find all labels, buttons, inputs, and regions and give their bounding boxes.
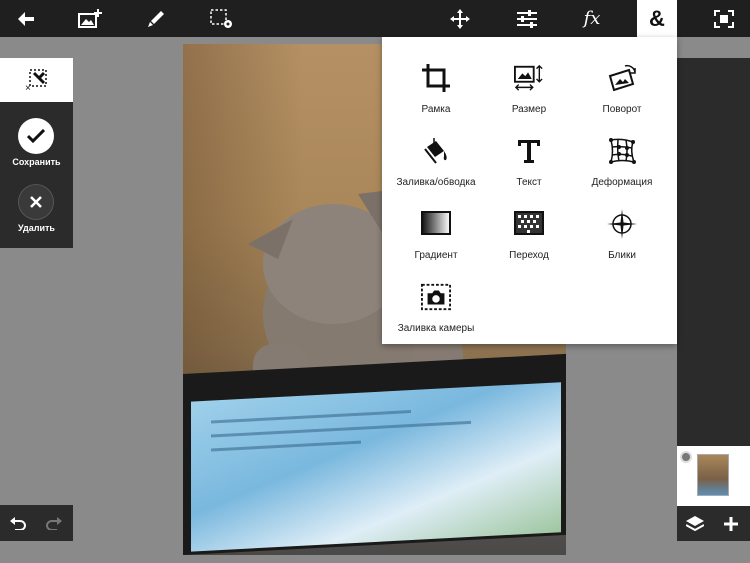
menu-item-warp[interactable]: Деформация <box>573 120 671 190</box>
right-panel <box>677 58 750 446</box>
back-arrow-icon[interactable] <box>4 0 48 37</box>
fx-label: fx <box>583 8 601 29</box>
left-panel: × Сохранить Удалить <box>0 58 73 248</box>
menu-item-label: Размер <box>511 104 547 115</box>
overlay-tools-menu: Рамка Размер Поворот Заливка/обводка Тек… <box>382 37 677 344</box>
fullscreen-icon[interactable] <box>702 0 746 37</box>
gradient-icon <box>421 209 451 239</box>
camera-fill-icon <box>421 282 451 312</box>
text-icon <box>514 136 544 166</box>
svg-text:×: × <box>25 83 31 92</box>
ampersand-label: & <box>649 5 665 31</box>
sliders-icon[interactable] <box>505 0 549 37</box>
layer-visibility-icon[interactable] <box>680 451 692 463</box>
delete-button[interactable] <box>18 184 54 220</box>
undo-redo-bar <box>0 505 73 541</box>
layer-thumbnail[interactable] <box>697 454 729 496</box>
selection-gear-icon[interactable] <box>200 0 244 37</box>
menu-item-gradient[interactable]: Градиент <box>387 193 485 263</box>
current-tool-button[interactable]: × <box>0 58 73 102</box>
menu-item-label: Градиент <box>414 250 458 261</box>
transition-icon <box>514 209 544 239</box>
menu-item-label: Заливка/обводка <box>396 177 476 188</box>
laptop-screen <box>191 382 561 552</box>
menu-item-label: Поворот <box>602 104 642 115</box>
menu-item-text[interactable]: Текст <box>480 120 578 190</box>
menu-item-rotate[interactable]: Поворот <box>573 47 671 117</box>
menu-item-label: Текст <box>516 177 542 188</box>
move-icon[interactable] <box>438 0 482 37</box>
add-layer-icon[interactable] <box>713 506 749 541</box>
rotate-icon <box>607 63 637 93</box>
redo-icon[interactable] <box>36 505 72 541</box>
delete-label: Удалить <box>18 223 55 233</box>
save-label: Сохранить <box>12 157 61 167</box>
menu-item-fill-stroke[interactable]: Заливка/обводка <box>387 120 485 190</box>
warp-icon <box>607 136 637 166</box>
resize-icon <box>514 63 544 93</box>
menu-item-label: Рамка <box>421 104 451 115</box>
laptop-image <box>183 353 566 555</box>
add-image-icon[interactable] <box>68 0 112 37</box>
remove-layer-icon: × <box>25 69 47 92</box>
save-button[interactable] <box>18 118 54 154</box>
undo-icon[interactable] <box>0 505 36 541</box>
check-icon <box>27 129 45 143</box>
menu-item-camera-fill[interactable]: Заливка камеры <box>387 266 485 336</box>
brush-icon[interactable] <box>134 0 178 37</box>
layer-thumbnail-area <box>677 446 750 506</box>
layers-icon[interactable] <box>677 506 713 541</box>
menu-item-flare[interactable]: Блики <box>573 193 671 263</box>
flare-icon <box>607 209 637 239</box>
menu-item-crop[interactable]: Рамка <box>387 47 485 117</box>
fill-stroke-icon <box>421 136 451 166</box>
menu-item-transition[interactable]: Переход <box>480 193 578 263</box>
layers-bar <box>677 506 750 541</box>
menu-item-resize[interactable]: Размер <box>480 47 578 117</box>
menu-item-label: Заливка камеры <box>397 323 475 334</box>
overlay-tools-button[interactable]: & <box>637 0 677 37</box>
top-toolbar: fx & <box>0 0 750 37</box>
fx-icon[interactable]: fx <box>570 0 614 37</box>
menu-item-label: Блики <box>608 250 636 261</box>
menu-item-label: Переход <box>509 250 549 261</box>
menu-item-label: Деформация <box>591 177 653 188</box>
crop-icon <box>421 63 451 93</box>
close-icon <box>30 196 42 208</box>
